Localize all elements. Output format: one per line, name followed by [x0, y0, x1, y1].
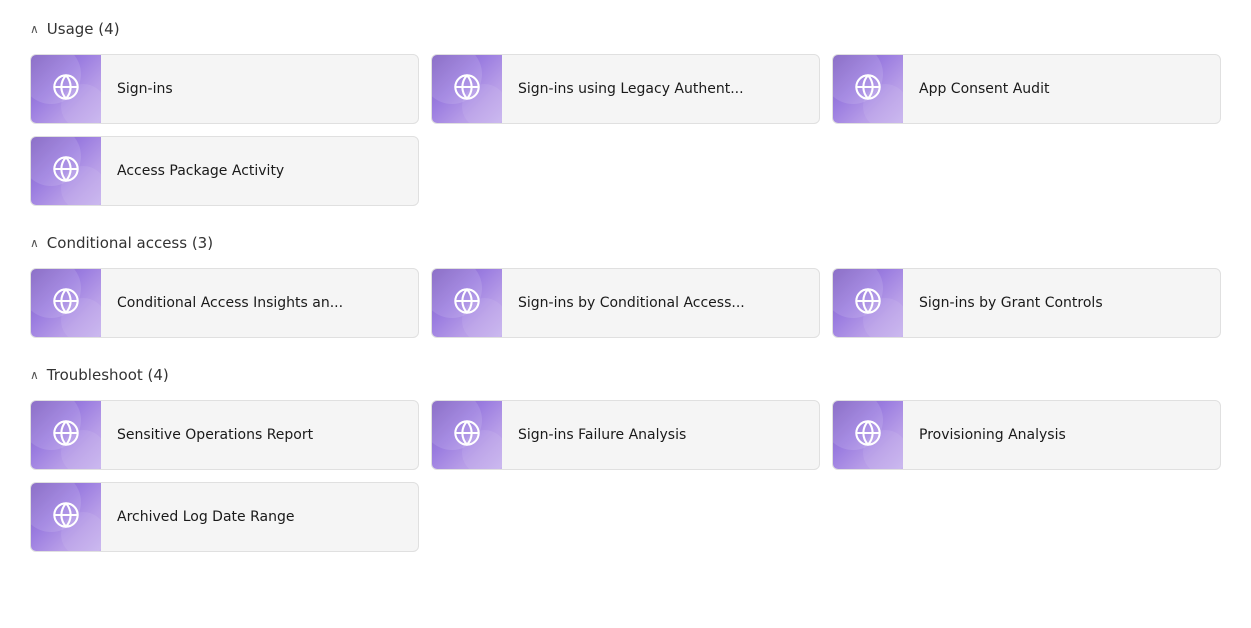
section-troubleshoot: ∧ Troubleshoot (4) Sensitive Operations …: [30, 366, 1221, 552]
card-icon-app-consent-audit: [833, 54, 903, 124]
section-label: Troubleshoot (4): [47, 366, 169, 384]
globe-icon: [52, 419, 80, 452]
chevron-icon: ∧: [30, 236, 39, 250]
card-sign-ins-by-grant-controls[interactable]: Sign-ins by Grant Controls: [832, 268, 1221, 338]
globe-icon: [854, 419, 882, 452]
globe-icon: [52, 287, 80, 320]
section-label: Usage (4): [47, 20, 120, 38]
globe-icon: [854, 73, 882, 106]
cards-grid-conditional-access: Conditional Access Insights an... Sign-i…: [30, 268, 1221, 338]
card-icon-conditional-access-insights: [31, 268, 101, 338]
card-icon-sign-ins: [31, 54, 101, 124]
card-sign-ins-failure-analysis[interactable]: Sign-ins Failure Analysis: [431, 400, 820, 470]
card-label-sign-ins: Sign-ins: [101, 81, 418, 97]
section-header-conditional-access[interactable]: ∧ Conditional access (3): [30, 234, 1221, 252]
globe-icon: [453, 73, 481, 106]
card-label-sign-ins-by-conditional-access: Sign-ins by Conditional Access...: [502, 295, 819, 311]
globe-icon: [52, 155, 80, 188]
globe-icon: [453, 419, 481, 452]
card-archived-log-date-range[interactable]: Archived Log Date Range: [30, 482, 419, 552]
card-label-sign-ins-failure-analysis: Sign-ins Failure Analysis: [502, 427, 819, 443]
section-conditional-access: ∧ Conditional access (3) Conditional Acc…: [30, 234, 1221, 338]
card-provisioning-analysis[interactable]: Provisioning Analysis: [832, 400, 1221, 470]
card-label-sign-ins-legacy: Sign-ins using Legacy Authent...: [502, 81, 819, 97]
card-icon-sign-ins-legacy: [432, 54, 502, 124]
card-label-archived-log-date-range: Archived Log Date Range: [101, 509, 418, 525]
card-app-consent-audit[interactable]: App Consent Audit: [832, 54, 1221, 124]
card-sign-ins[interactable]: Sign-ins: [30, 54, 419, 124]
globe-icon: [52, 501, 80, 534]
globe-icon: [52, 73, 80, 106]
card-sign-ins-by-conditional-access[interactable]: Sign-ins by Conditional Access...: [431, 268, 820, 338]
card-icon-sign-ins-by-conditional-access: [432, 268, 502, 338]
chevron-icon: ∧: [30, 368, 39, 382]
card-icon-provisioning-analysis: [833, 400, 903, 470]
card-sensitive-operations-report[interactable]: Sensitive Operations Report: [30, 400, 419, 470]
cards-grid-usage: Sign-ins Sign-ins using Legacy Authent..…: [30, 54, 1221, 206]
section-header-usage[interactable]: ∧ Usage (4): [30, 20, 1221, 38]
cards-grid-troubleshoot: Sensitive Operations Report Sign-ins Fai…: [30, 400, 1221, 552]
globe-icon: [854, 287, 882, 320]
card-icon-sensitive-operations-report: [31, 400, 101, 470]
card-label-app-consent-audit: App Consent Audit: [903, 81, 1220, 97]
card-label-provisioning-analysis: Provisioning Analysis: [903, 427, 1220, 443]
card-icon-access-package-activity: [31, 136, 101, 206]
card-sign-ins-legacy[interactable]: Sign-ins using Legacy Authent...: [431, 54, 820, 124]
globe-icon: [453, 287, 481, 320]
card-icon-sign-ins-failure-analysis: [432, 400, 502, 470]
section-usage: ∧ Usage (4) Sign-ins: [30, 20, 1221, 206]
card-access-package-activity[interactable]: Access Package Activity: [30, 136, 419, 206]
card-label-conditional-access-insights: Conditional Access Insights an...: [101, 295, 418, 311]
section-header-troubleshoot[interactable]: ∧ Troubleshoot (4): [30, 366, 1221, 384]
chevron-icon: ∧: [30, 22, 39, 36]
card-label-sign-ins-by-grant-controls: Sign-ins by Grant Controls: [903, 295, 1220, 311]
card-label-sensitive-operations-report: Sensitive Operations Report: [101, 427, 418, 443]
card-label-access-package-activity: Access Package Activity: [101, 163, 418, 179]
card-icon-archived-log-date-range: [31, 482, 101, 552]
card-icon-sign-ins-by-grant-controls: [833, 268, 903, 338]
card-conditional-access-insights[interactable]: Conditional Access Insights an...: [30, 268, 419, 338]
section-label: Conditional access (3): [47, 234, 213, 252]
